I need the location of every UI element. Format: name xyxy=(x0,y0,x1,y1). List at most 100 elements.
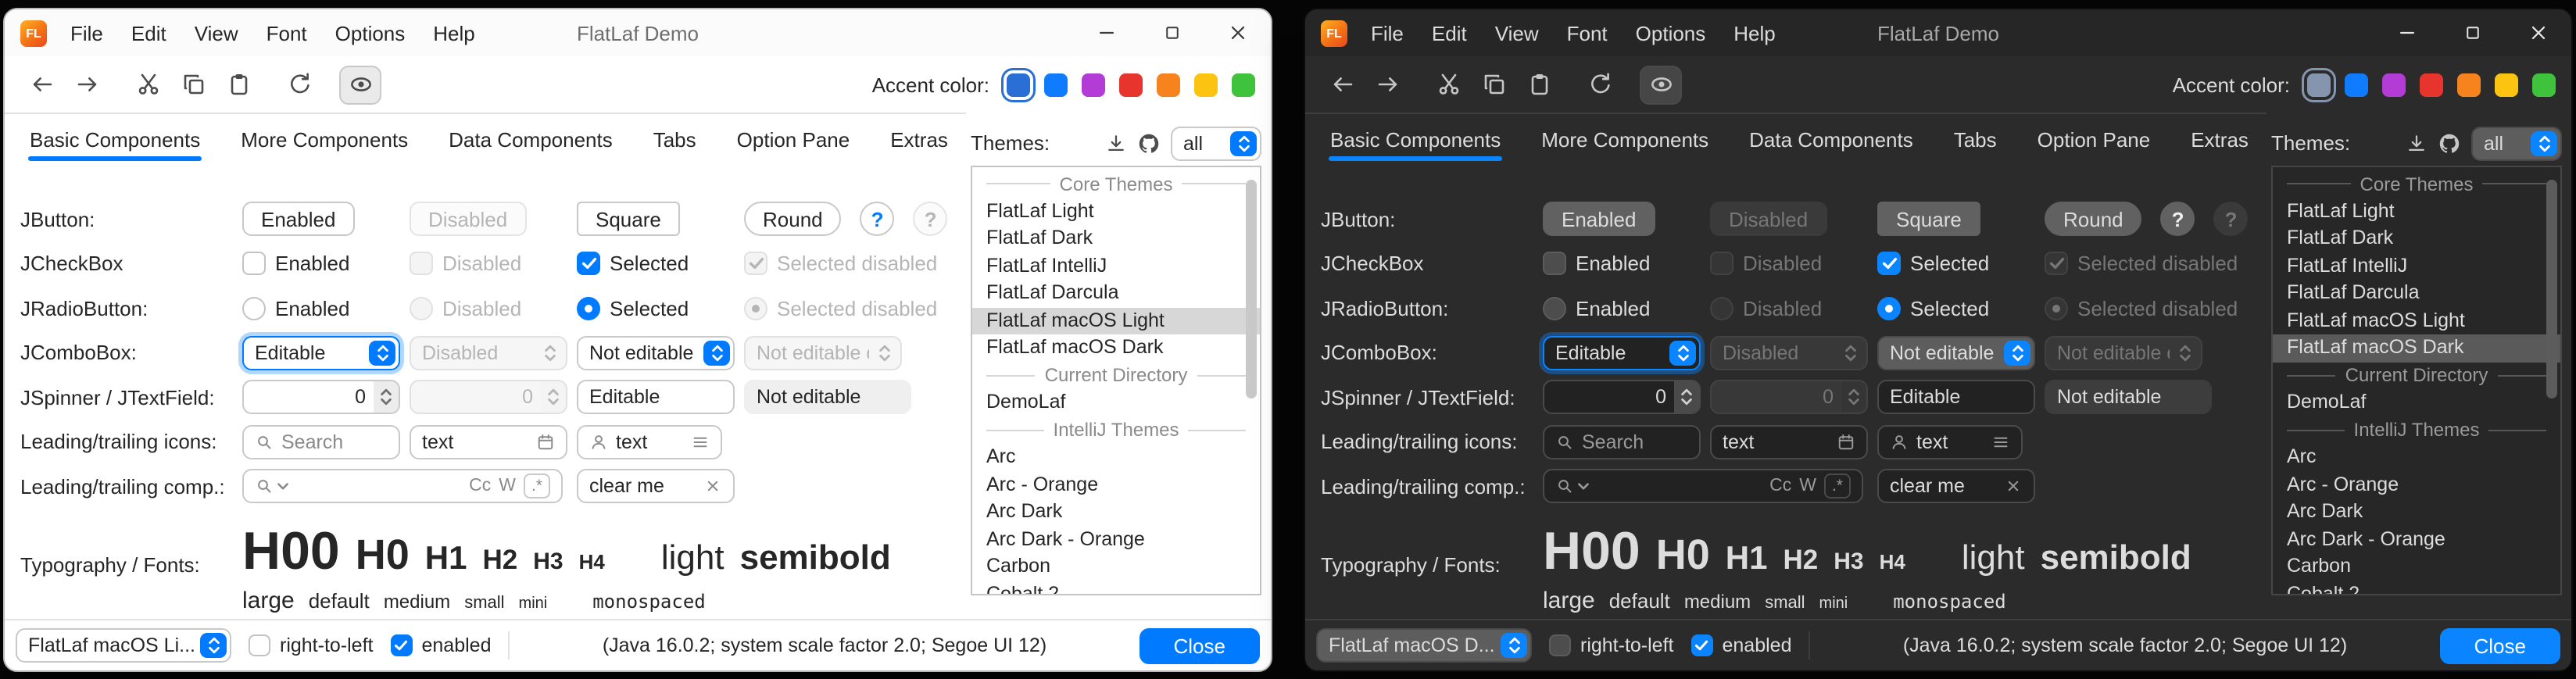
right-to-left-checkbox[interactable]: right-to-left xyxy=(249,634,374,656)
copy-button[interactable] xyxy=(1472,65,1515,104)
spinner-arrows-icon[interactable] xyxy=(1674,382,1699,413)
tab-more-components[interactable]: More Components xyxy=(225,114,424,166)
show-eye-toggle-button[interactable] xyxy=(1640,65,1682,104)
help-button[interactable]: ? xyxy=(860,202,895,237)
calendar-icon[interactable] xyxy=(1837,433,1855,452)
paste-button[interactable] xyxy=(1518,65,1560,104)
right-to-left-checkbox[interactable]: right-to-left xyxy=(1549,634,1674,656)
radio-icon[interactable] xyxy=(1543,297,1566,320)
combobox-arrows-icon[interactable] xyxy=(200,633,227,658)
theme-list-item[interactable]: Arc Dark xyxy=(2273,499,2560,526)
cut-button[interactable] xyxy=(1427,65,1469,104)
menu-options[interactable]: Options xyxy=(321,21,420,45)
square-button[interactable]: Square xyxy=(577,202,680,237)
radio-selected-icon[interactable] xyxy=(1877,297,1901,320)
checkbox-icon[interactable] xyxy=(1549,634,1571,656)
spinner-arrows-icon[interactable] xyxy=(374,382,399,413)
close-button[interactable]: Close xyxy=(1140,627,1261,663)
menu-view[interactable]: View xyxy=(181,21,252,45)
round-button[interactable]: Round xyxy=(2045,202,2142,237)
accent-swatch-green[interactable] xyxy=(1232,73,1255,96)
filter-search-field[interactable]: Cc W .* xyxy=(242,470,563,504)
theme-list-item[interactable]: FlatLaf macOS Dark xyxy=(972,334,1260,362)
radio-enabled[interactable]: Enabled xyxy=(1543,297,1650,320)
checkbox-enabled[interactable]: Enabled xyxy=(1543,252,1650,276)
download-theme-icon[interactable] xyxy=(1105,132,1127,154)
menu-view[interactable]: View xyxy=(1481,21,1553,45)
theme-list-item[interactable]: FlatLaf macOS Light xyxy=(972,307,1260,334)
accent-swatch-red[interactable] xyxy=(2420,73,2443,96)
menu-edit[interactable]: Edit xyxy=(117,21,181,45)
spinner[interactable]: 0 xyxy=(1543,381,1701,415)
github-icon[interactable] xyxy=(1138,132,1160,154)
menu-icon[interactable] xyxy=(691,433,710,452)
accent-swatch-orange[interactable] xyxy=(2457,73,2481,96)
tab-option-pane[interactable]: Option Pane xyxy=(2022,114,2166,166)
tab-tabs[interactable]: Tabs xyxy=(1938,114,2012,166)
checkbox-icon[interactable] xyxy=(1543,252,1566,276)
themes-filter-combobox[interactable]: all xyxy=(2471,126,2562,160)
checkbox-checked-icon[interactable] xyxy=(1877,252,1901,276)
enabled-checkbox[interactable]: enabled xyxy=(1691,634,1792,656)
theme-list-item[interactable]: FlatLaf Dark xyxy=(972,225,1260,252)
theme-list-item[interactable]: Carbon xyxy=(972,553,1260,581)
combobox-arrows-icon[interactable] xyxy=(703,341,730,366)
radio-selected-icon[interactable] xyxy=(577,297,600,320)
caret-down-icon[interactable] xyxy=(1577,481,1590,493)
checkbox-selected[interactable]: Selected xyxy=(577,252,689,276)
show-eye-toggle-button[interactable] xyxy=(339,65,381,104)
menu-font[interactable]: Font xyxy=(1553,21,1622,45)
tab-data-components[interactable]: Data Components xyxy=(433,114,628,166)
enabled-button[interactable]: Enabled xyxy=(242,202,354,237)
regex-toggle[interactable]: .* xyxy=(524,474,550,499)
theme-list-item[interactable]: Cobalt 2 xyxy=(972,581,1260,595)
copy-button[interactable] xyxy=(172,65,214,104)
refresh-button[interactable] xyxy=(1579,65,1621,104)
menu-file[interactable]: File xyxy=(56,21,117,45)
themes-scrollbar[interactable] xyxy=(1246,170,1257,589)
tab-data-components[interactable]: Data Components xyxy=(1733,114,1929,166)
theme-list-item[interactable]: FlatLaf macOS Dark xyxy=(2273,334,2560,362)
theme-list-item[interactable]: FlatLaf Dark xyxy=(2273,225,2560,252)
combobox-editable[interactable]: Editable xyxy=(242,336,400,370)
theme-list-item[interactable]: FlatLaf Light xyxy=(2273,198,2560,225)
regex-toggle[interactable]: .* xyxy=(1824,474,1851,499)
back-button[interactable] xyxy=(20,65,63,104)
combobox-not-editable[interactable]: Not editable xyxy=(577,336,735,370)
accent-swatch-purple[interactable] xyxy=(1082,73,1105,96)
menu-file[interactable]: File xyxy=(1357,21,1418,45)
theme-list-item[interactable]: FlatLaf IntelliJ xyxy=(972,252,1260,280)
date-field[interactable]: text xyxy=(410,425,567,459)
laf-selector-combobox[interactable]: FlatLaf macOS D... xyxy=(1316,628,1532,663)
whole-word-toggle[interactable]: W xyxy=(499,477,516,496)
accent-swatch-orange[interactable] xyxy=(1157,73,1180,96)
themes-filter-combobox[interactable]: all xyxy=(1171,126,1261,160)
maximize-button[interactable] xyxy=(2440,9,2506,56)
editable-textfield[interactable]: Editable xyxy=(1877,381,2035,415)
checkbox-enabled[interactable]: Enabled xyxy=(242,252,349,276)
help-button[interactable]: ? xyxy=(2161,202,2195,237)
checkbox-selected[interactable]: Selected xyxy=(1877,252,1989,276)
combobox-arrows-icon[interactable] xyxy=(1669,341,1696,366)
tab-extras[interactable]: Extras xyxy=(875,114,964,166)
theme-list-item[interactable]: FlatLaf IntelliJ xyxy=(2273,252,2560,280)
radio-enabled[interactable]: Enabled xyxy=(242,297,349,320)
theme-list-item[interactable]: DemoLaf xyxy=(972,389,1260,416)
minimize-button[interactable] xyxy=(1074,9,1140,56)
tab-extras[interactable]: Extras xyxy=(2175,114,2264,166)
theme-list-item[interactable]: FlatLaf Darcula xyxy=(2273,280,2560,307)
menu-edit[interactable]: Edit xyxy=(1418,21,1481,45)
radio-selected[interactable]: Selected xyxy=(1877,297,1989,320)
checkbox-checked-icon[interactable] xyxy=(1691,634,1713,656)
paste-button[interactable] xyxy=(217,65,259,104)
combobox-arrows-icon[interactable] xyxy=(369,341,395,366)
tab-tabs[interactable]: Tabs xyxy=(638,114,712,166)
search-icon[interactable] xyxy=(255,477,274,496)
maximize-button[interactable] xyxy=(1140,9,1205,56)
theme-list-item[interactable]: Arc xyxy=(972,444,1260,471)
theme-list-item[interactable]: Arc Dark - Orange xyxy=(972,526,1260,553)
clear-icon[interactable] xyxy=(2004,477,2023,496)
laf-selector-combobox[interactable]: FlatLaf macOS Li... xyxy=(16,628,231,663)
accent-swatch-blue[interactable] xyxy=(1044,73,1068,96)
theme-list-item[interactable]: Arc xyxy=(2273,444,2560,471)
